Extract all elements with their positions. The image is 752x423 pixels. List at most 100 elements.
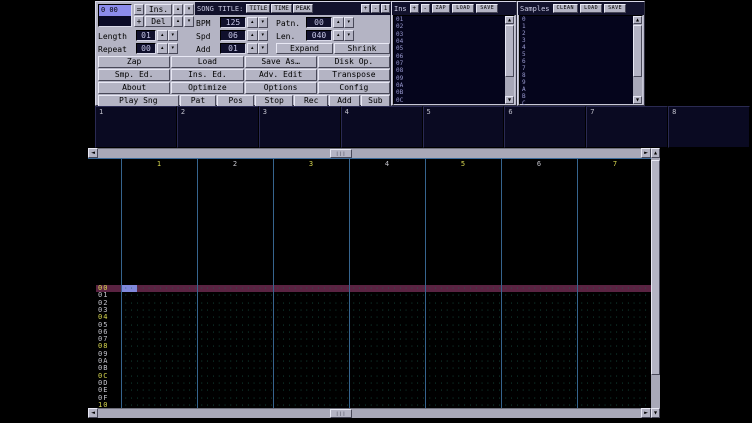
menu-smp-ed-button[interactable]: Smp. Ed. — [98, 69, 170, 81]
pattern-cell[interactable]: ············· — [426, 373, 501, 380]
pattern-vertical-scrollbar[interactable]: ▲ ▼ — [651, 148, 660, 418]
pattern-cell[interactable]: ············· — [426, 402, 501, 408]
pattern-cell[interactable]: ············· — [122, 343, 197, 350]
pattern-cell[interactable]: ············· — [274, 292, 349, 299]
pattern-bottom-scrollbar[interactable]: ◄ ||| ► — [88, 408, 651, 418]
pattern-cell[interactable]: ············· — [426, 395, 501, 402]
scroll-right-icon[interactable]: ► — [641, 408, 651, 418]
pattern-cell[interactable]: ············· — [350, 387, 425, 394]
bpm-spinner-up[interactable]: ▴ — [247, 17, 258, 28]
instrument-slot-05[interactable]: 05 — [394, 45, 505, 52]
top-scroll-track[interactable]: ||| — [98, 148, 641, 158]
bottom-scroll-track[interactable]: ||| — [98, 408, 641, 418]
pattern-number-spinner-down[interactable]: ▾ — [344, 17, 355, 28]
instrument-slot-08[interactable]: 08 — [394, 67, 505, 74]
order-list-selected-row[interactable]: 0 00 — [99, 5, 131, 16]
pattern-cell[interactable]: ············· — [198, 285, 273, 292]
sample-scroll-up-icon[interactable]: ▲ — [633, 16, 642, 24]
pattern-cell[interactable]: ············· — [502, 285, 577, 292]
scope-channel-8[interactable]: 8 — [668, 106, 750, 148]
pattern-cell[interactable]: ············· — [502, 292, 577, 299]
instrument-slot-07[interactable]: 07 — [394, 60, 505, 67]
samples-save-button[interactable]: Save — [604, 4, 626, 13]
shrink-button[interactable]: Shrink — [334, 43, 390, 54]
pattern-cell[interactable]: ············· — [350, 336, 425, 343]
pattern-cell[interactable]: ············· — [198, 387, 273, 394]
sample-slot-4[interactable]: 4 — [520, 44, 633, 51]
pattern-cell[interactable]: ············· — [426, 285, 501, 292]
instrument-scroll-track[interactable] — [505, 24, 514, 96]
pattern-cell[interactable]: ············· — [122, 358, 197, 365]
pattern-length-spinner-down[interactable]: ▾ — [344, 30, 355, 41]
pattern-cell[interactable]: ············· — [122, 307, 197, 314]
pattern-cell[interactable]: ············· — [578, 329, 651, 336]
pattern-cell[interactable]: ············· — [426, 300, 501, 307]
pattern-cell[interactable]: ············· — [578, 402, 651, 408]
length-spinner-up[interactable]: ▴ — [157, 30, 168, 41]
scope-channel-4[interactable]: 4 — [341, 106, 423, 148]
pattern-cell[interactable]: ············· — [122, 314, 197, 321]
instruments-load-button[interactable]: Load — [452, 4, 474, 13]
pattern-cell[interactable]: ············· — [198, 402, 273, 408]
pattern-grid[interactable]: 123456700·······························… — [88, 158, 651, 408]
pattern-cell[interactable]: ············· — [350, 358, 425, 365]
pattern-cell[interactable]: ············· — [502, 300, 577, 307]
sample-slot-6[interactable]: 6 — [520, 58, 633, 65]
pattern-cell[interactable]: ············· — [578, 380, 651, 387]
pattern-cell[interactable]: ············· — [426, 387, 501, 394]
pattern-cell[interactable]: ············· — [426, 292, 501, 299]
pattern-cell[interactable]: ············· — [502, 380, 577, 387]
order-insert-button[interactable]: Ins. — [145, 4, 172, 15]
pattern-cell[interactable]: ············· — [502, 358, 577, 365]
length-spinner-down[interactable]: ▾ — [168, 30, 179, 41]
sample-slot-A[interactable]: A — [520, 86, 633, 93]
instrument-slot-0B[interactable]: 0B — [394, 89, 505, 96]
pattern-number-spinner-up[interactable]: ▴ — [333, 17, 344, 28]
pattern-channel-header-4[interactable]: 4 — [349, 160, 425, 169]
menu-optimize-button[interactable]: Optimize — [171, 82, 243, 94]
sample-slot-8[interactable]: 8 — [520, 72, 633, 79]
pattern-cell[interactable]: ············· — [350, 307, 425, 314]
pattern-cell[interactable]: ············· — [502, 343, 577, 350]
instrument-list[interactable]: 0102030405060708090A0B0C ▲ ▼ — [393, 15, 515, 105]
pattern-cell[interactable]: ············· — [198, 300, 273, 307]
pattern-cell[interactable]: ············· — [122, 373, 197, 380]
pattern-cell[interactable]: ············· — [578, 343, 651, 350]
instrument-slot-04[interactable]: 04 — [394, 38, 505, 45]
pattern-cell[interactable]: ············· — [274, 314, 349, 321]
pattern-cell[interactable]: ············· — [122, 322, 197, 329]
pattern-cell[interactable]: ············· — [426, 365, 501, 372]
pattern-cell[interactable]: ············· — [198, 358, 273, 365]
instrument-slot-01[interactable]: 01 — [394, 16, 505, 23]
pattern-cell[interactable]: ············· — [274, 402, 349, 408]
pattern-cell[interactable]: ············· — [198, 343, 273, 350]
pattern-cell[interactable]: ············· — [426, 358, 501, 365]
instrument-scroll-handle[interactable] — [505, 25, 514, 77]
pattern-cell[interactable]: ············· — [198, 380, 273, 387]
menu-disk-op-button[interactable]: Disk Op. — [318, 56, 390, 68]
pattern-cell[interactable]: ············· — [502, 395, 577, 402]
pattern-cell[interactable]: ············· — [426, 380, 501, 387]
pattern-cell[interactable]: ············· — [578, 300, 651, 307]
menu-adv-edit-button[interactable]: Adv. Edit — [245, 69, 317, 81]
pattern-cell[interactable]: ············· — [350, 373, 425, 380]
pattern-cell[interactable]: ············· — [274, 351, 349, 358]
pattern-cell[interactable]: ············· — [578, 373, 651, 380]
pattern-cell[interactable]: ············· — [578, 387, 651, 394]
pattern-cell[interactable]: ············· — [578, 322, 651, 329]
pattern-cell[interactable]: ············· — [578, 358, 651, 365]
menu-load-button[interactable]: Load — [171, 56, 243, 68]
pattern-cell[interactable]: ············· — [350, 314, 425, 321]
pattern-channel-header-6[interactable]: 6 — [501, 160, 577, 169]
pattern-length-spinner-up[interactable]: ▴ — [333, 30, 344, 41]
pattern-cell[interactable]: ············· — [426, 307, 501, 314]
sample-slot-2[interactable]: 2 — [520, 30, 633, 37]
sample-scroll-track[interactable] — [633, 24, 642, 96]
pattern-cell[interactable]: ············· — [502, 314, 577, 321]
menu-options-button[interactable]: Options — [245, 82, 317, 94]
pattern-cell[interactable]: ············· — [502, 402, 577, 408]
menu-save-as-button[interactable]: Save As… — [245, 56, 317, 68]
vertical-scroll-track[interactable] — [651, 158, 660, 408]
pattern-cell[interactable]: ············· — [350, 351, 425, 358]
sample-slot-0[interactable]: 0 — [520, 16, 633, 23]
